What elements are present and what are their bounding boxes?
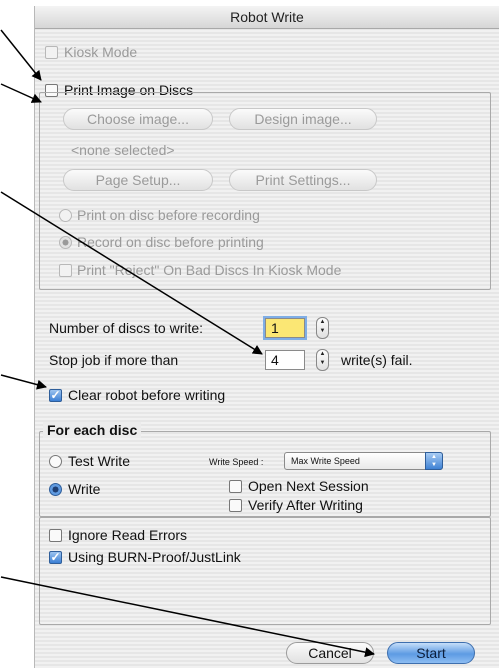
- open-next-session-label: Open Next Session: [248, 478, 369, 494]
- print-before-recording-radio[interactable]: [59, 209, 72, 222]
- write-speed-select[interactable]: Max Write Speed ▲ ▼: [284, 452, 443, 470]
- select-arrows-icon: ▲ ▼: [425, 452, 443, 470]
- burn-proof-label: Using BURN-Proof/JustLink: [68, 549, 241, 565]
- start-button[interactable]: Start: [387, 642, 475, 664]
- choose-image-button[interactable]: Choose image...: [63, 108, 213, 130]
- num-discs-stepper[interactable]: ▲ ▼: [316, 317, 329, 339]
- open-next-session-checkbox[interactable]: [229, 480, 242, 493]
- for-each-disc-legend: For each disc: [43, 422, 142, 438]
- kiosk-mode-label: Kiosk Mode: [64, 44, 138, 60]
- write-speed-value: Max Write Speed: [291, 456, 360, 466]
- ignore-read-errors-checkbox[interactable]: [49, 529, 62, 542]
- record-before-printing-label: Record on disc before printing: [77, 234, 264, 250]
- stop-job-field[interactable]: 4: [265, 350, 305, 370]
- test-write-radio[interactable]: [49, 455, 62, 468]
- page-setup-button[interactable]: Page Setup...: [63, 169, 213, 191]
- test-write-label: Test Write: [68, 453, 130, 469]
- design-image-button[interactable]: Design image...: [229, 108, 377, 130]
- num-discs-field[interactable]: 1: [265, 318, 305, 338]
- clear-robot-label: Clear robot before writing: [68, 387, 226, 403]
- print-before-recording-label: Print on disc before recording: [77, 207, 260, 223]
- none-selected-text: <none selected>: [71, 142, 175, 158]
- write-speed-label: Write Speed :: [209, 457, 264, 467]
- burn-proof-checkbox[interactable]: ✓: [49, 551, 62, 564]
- cancel-button[interactable]: Cancel: [286, 642, 374, 664]
- print-reject-label: Print "Reject" On Bad Discs In Kiosk Mod…: [77, 262, 342, 278]
- stop-job-suffix: write(s) fail.: [341, 352, 413, 368]
- verify-after-writing-checkbox[interactable]: [229, 499, 242, 512]
- print-settings-button[interactable]: Print Settings...: [229, 169, 377, 191]
- write-label: Write: [68, 481, 101, 497]
- ignore-read-errors-label: Ignore Read Errors: [68, 527, 188, 543]
- num-discs-label: Number of discs to write:: [49, 320, 204, 336]
- clear-robot-checkbox[interactable]: ✓: [49, 389, 62, 402]
- print-reject-checkbox[interactable]: [59, 264, 72, 277]
- kiosk-mode-checkbox[interactable]: [45, 46, 58, 59]
- write-radio[interactable]: [49, 483, 62, 496]
- record-before-printing-radio[interactable]: [59, 236, 72, 249]
- robot-write-dialog: Robot Write Kiosk Mode Print Image on Di…: [34, 6, 499, 668]
- stop-job-stepper[interactable]: ▲ ▼: [316, 349, 329, 371]
- window-title: Robot Write: [35, 6, 499, 29]
- stop-job-label: Stop job if more than: [49, 352, 179, 368]
- verify-after-writing-label: Verify After Writing: [248, 497, 363, 513]
